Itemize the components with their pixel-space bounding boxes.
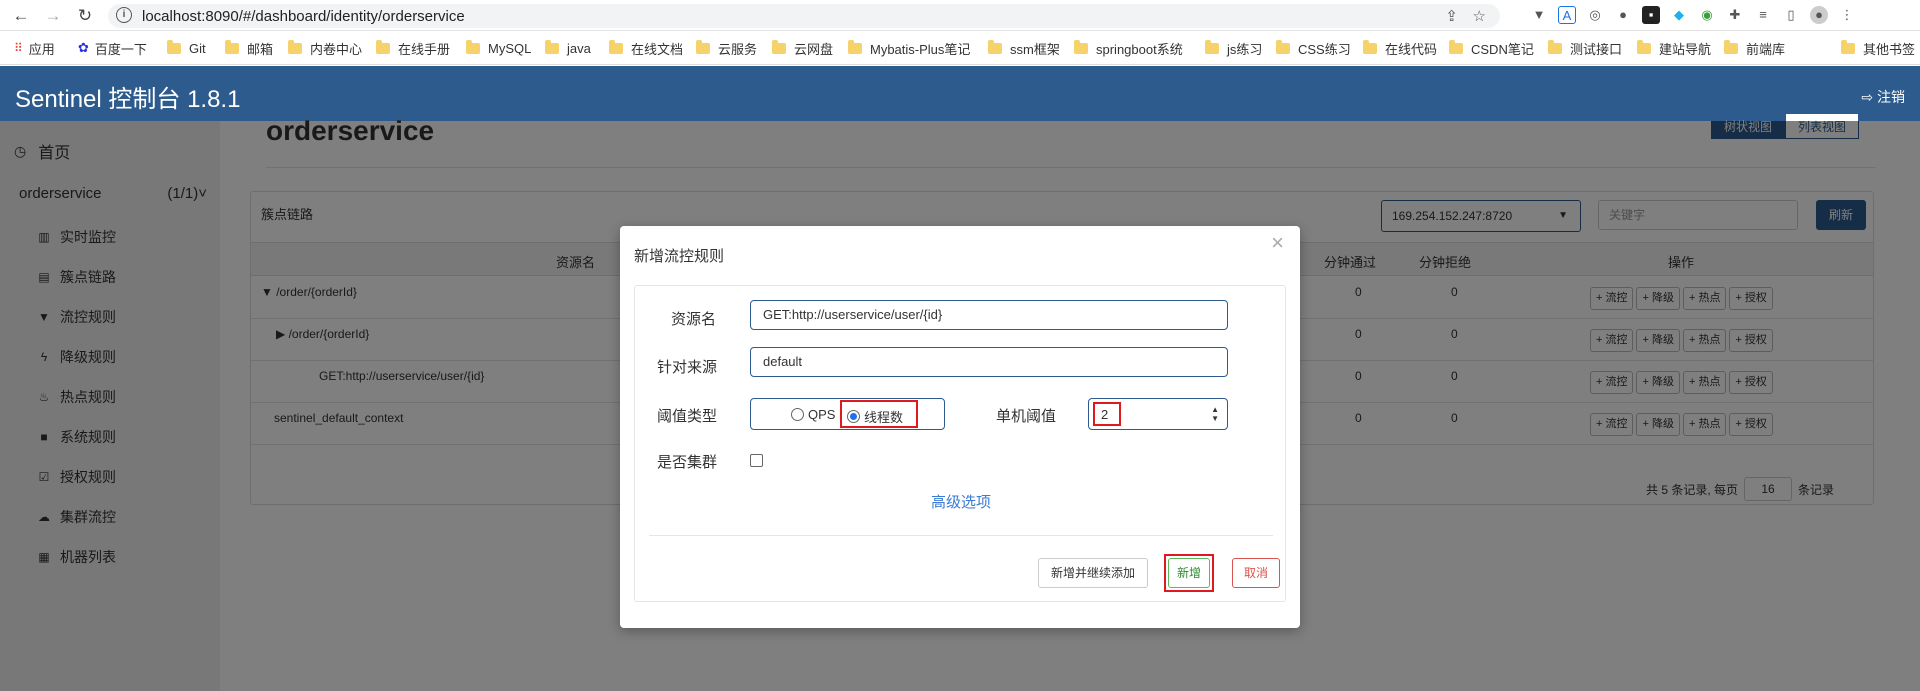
url-text: localhost:8090/#/dashboard/identity/orde… [142,8,465,25]
folder-icon [1637,39,1651,54]
extension-icon[interactable]: ● [1614,6,1632,24]
cluster-checkbox[interactable] [750,454,763,467]
bookmark-folder[interactable]: Mybatis-Plus笔记 [848,39,970,57]
resource-label: 资源名 [671,311,717,328]
folder-icon [609,39,623,54]
bookmark-folder[interactable]: js练习 [1205,39,1262,57]
site-info-icon[interactable]: i [116,7,132,23]
cancel-button[interactable]: 取消 [1232,558,1280,588]
bookmark-folder[interactable]: Git [167,39,206,56]
back-icon[interactable]: ← [10,5,32,27]
bookmark-folder[interactable]: 云服务 [696,39,757,57]
cluster-label: 是否集群 [657,454,718,471]
bookmark-folder[interactable]: CSDN笔记 [1449,39,1534,57]
folder-icon [167,39,181,54]
bookmark-folder[interactable]: java [545,39,591,56]
highlight-box [1093,402,1121,426]
folder-icon [1449,39,1463,54]
share-icon[interactable]: ⇪ [1445,7,1458,25]
profile-avatar-icon[interactable]: ● [1810,6,1828,24]
bookmark-other-folder[interactable]: 其他书签 [1841,39,1915,57]
threshold-type-label: 阈值类型 [657,408,718,425]
folder-icon [1841,39,1855,54]
folder-icon [1074,39,1088,54]
apps-grid-icon: ⠿ [14,41,23,55]
extensions-bar: ▼ A ◎ ● ▪ ◆ ◉ ✚ ≡ ▯ ● ⋮ [1530,6,1856,26]
puzzle-icon[interactable]: ✚ [1726,6,1744,24]
qps-radio[interactable]: QPS [791,407,835,422]
source-label: 针对来源 [657,359,718,376]
url-field[interactable]: i localhost:8090/#/dashboard/identity/or… [108,4,1500,28]
folder-icon [696,39,710,54]
menu-icon[interactable]: ⋮ [1838,6,1856,24]
app-title: Sentinel 控制台 1.8.1 [15,86,241,113]
bookmark-folder[interactable]: 内卷中心 [288,39,362,57]
folder-icon [1724,39,1738,54]
threshold-count-input[interactable]: 2 ▲ ▼ [1088,398,1228,430]
folder-icon [988,39,1002,54]
browser-address-bar: ← → ↻ i localhost:8090/#/dashboard/ident… [0,0,1920,31]
bookmark-folder[interactable]: ssm框架 [988,39,1060,57]
add-flow-rule-dialog: 新增流控规则 × 资源名 GET:http://userservice/user… [620,226,1300,628]
single-threshold-label: 单机阈值 [996,408,1057,425]
folder-icon [1363,39,1377,54]
bookmark-folder[interactable]: 邮箱 [225,39,273,57]
reload-icon[interactable]: ↻ [74,5,96,27]
bookmarks-bar: ⠿ 应用 ✿ 百度一下 Git 邮箱 内卷中心 在线手册 MySQL java 在线… [0,31,1920,65]
bookmark-folder[interactable]: 在线文档 [609,39,683,57]
advanced-options-link[interactable]: 高级选项 [635,491,1287,512]
extension-icon[interactable]: ◉ [1698,6,1716,24]
folder-icon [1548,39,1562,54]
folder-icon [466,39,480,54]
highlight-box [840,400,918,428]
app-header: Sentinel 控制台 1.8.1 ⇨ 注销 [0,66,1920,121]
add-and-continue-button[interactable]: 新增并继续添加 [1038,558,1148,588]
side-panel-icon[interactable]: ▯ [1782,6,1800,24]
folder-icon [376,39,390,54]
folder-icon [288,39,302,54]
folder-icon [848,39,862,54]
bookmark-folder[interactable]: springboot系统 [1074,39,1183,57]
extension-icon[interactable]: ◆ [1670,6,1688,24]
folder-icon [1205,39,1219,54]
bookmark-folder[interactable]: 在线代码 [1363,39,1437,57]
bookmark-folder[interactable]: CSS练习 [1276,39,1351,57]
logout-icon: ⇨ [1861,89,1877,105]
limit-app-field[interactable]: default [750,347,1228,377]
add-button[interactable]: 新增 [1168,558,1210,588]
translate-extension-icon[interactable]: A [1558,6,1576,24]
divider [649,535,1273,536]
radio-circle-icon [791,408,804,421]
extension-icon[interactable]: ▪ [1642,6,1660,24]
bookmark-baidu[interactable]: ✿ 百度一下 [78,40,147,57]
spinner-icon[interactable]: ▲ ▼ [1211,405,1219,423]
resource-name-field[interactable]: GET:http://userservice/user/{id} [750,300,1228,330]
bookmark-folder[interactable]: 云网盘 [772,39,833,57]
bookmark-folder[interactable]: 建站导航 [1637,39,1711,57]
bookmark-folder[interactable]: 测试接口 [1548,39,1622,57]
bookmark-folder[interactable]: 在线手册 [376,39,450,57]
dialog-title: 新增流控规则 [634,248,725,265]
bookmark-folder[interactable]: 前端库 [1724,39,1785,57]
dialog-form: 资源名 GET:http://userservice/user/{id} 针对来… [634,285,1286,602]
star-icon[interactable]: ☆ [1473,7,1486,25]
extension-icon[interactable]: ◎ [1586,6,1604,24]
extension-icon[interactable]: ▼ [1530,6,1548,24]
threshold-type-radio-group: QPS 线程数 [750,398,945,430]
reading-list-icon[interactable]: ≡ [1754,6,1772,24]
forward-icon[interactable]: → [42,5,64,27]
folder-icon [225,39,239,54]
baidu-paw-icon: ✿ [78,40,89,55]
logout-link[interactable]: ⇨ 注销 [1861,87,1905,107]
bookmark-apps[interactable]: ⠿ 应用 [14,40,55,57]
bookmark-folder[interactable]: MySQL [466,39,531,56]
folder-icon [1276,39,1290,54]
close-icon[interactable]: × [1271,230,1284,256]
folder-icon [545,39,559,54]
folder-icon [772,39,786,54]
